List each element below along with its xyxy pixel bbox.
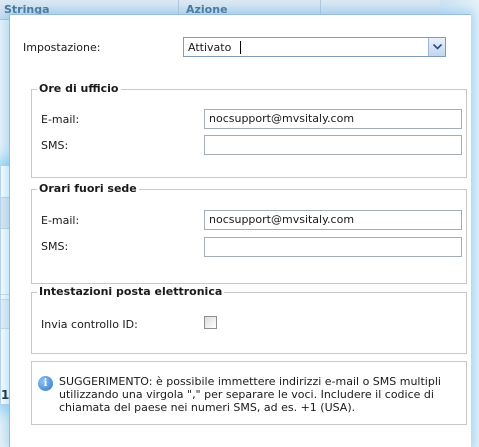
text-cursor xyxy=(240,41,241,54)
impostazione-select-value: Attivato xyxy=(188,41,232,54)
office-email-label: E-mail: xyxy=(41,113,80,126)
info-icon: i xyxy=(38,376,53,391)
email-headers-group: Intestazioni posta elettronica Invia con… xyxy=(31,285,467,354)
notification-settings-dialog: Impostazione: Attivato Ore di ufficio E-… xyxy=(9,14,471,447)
impostazione-select[interactable]: Attivato xyxy=(183,37,446,57)
chevron-down-icon[interactable] xyxy=(428,38,445,56)
out-email-label: E-mail: xyxy=(41,214,80,227)
office-email-input[interactable]: nocsupport@mvsitaly.com xyxy=(204,109,462,129)
office-sms-label: SMS: xyxy=(41,139,69,152)
out-of-office-title: Orari fuori sede xyxy=(37,182,139,195)
out-of-office-group: Orari fuori sede E-mail: nocsupport@mvsi… xyxy=(31,182,467,284)
office-sms-input[interactable] xyxy=(204,135,462,155)
tip-box: i SUGGERIMENTO: è possibile immettere in… xyxy=(31,361,467,425)
out-email-input[interactable]: nocsupport@mvsitaly.com xyxy=(204,210,462,230)
tip-text: SUGGERIMENTO: è possibile immettere indi… xyxy=(59,375,441,414)
send-id-label: Invia controllo ID: xyxy=(41,318,138,331)
email-headers-title: Intestazioni posta elettronica xyxy=(37,285,225,298)
out-sms-input[interactable] xyxy=(204,237,462,257)
send-id-checkbox[interactable] xyxy=(204,316,217,329)
office-hours-group: Ore di ufficio E-mail: nocsupport@mvsita… xyxy=(31,82,467,178)
impostazione-label: Impostazione: xyxy=(23,41,101,54)
out-sms-label: SMS: xyxy=(41,240,69,253)
office-hours-title: Ore di ufficio xyxy=(37,82,121,95)
